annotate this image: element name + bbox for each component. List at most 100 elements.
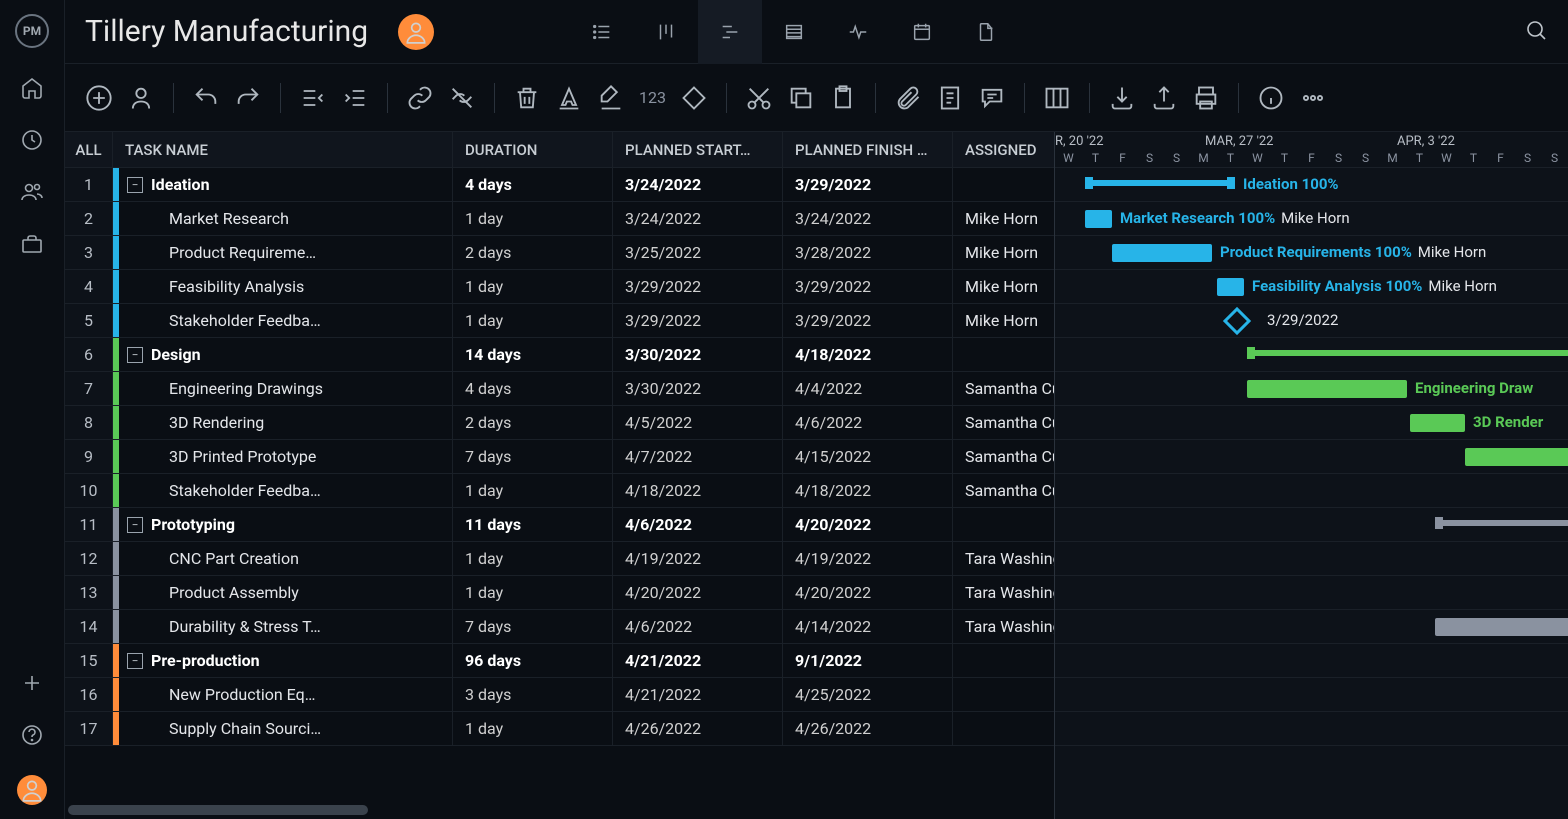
task-name-cell[interactable]: −Ideation [113, 168, 453, 201]
gantt-row[interactable] [1055, 610, 1568, 644]
col-header-name[interactable]: TASK NAME [113, 132, 453, 167]
gantt-row[interactable]: Engineering Draw [1055, 372, 1568, 406]
task-assigned[interactable]: Mike Horn [953, 270, 1054, 303]
gantt-row[interactable] [1055, 474, 1568, 508]
table-row[interactable]: 15−Pre-production96 days4/21/20229/1/202… [65, 644, 1054, 678]
col-header-start[interactable]: PLANNED START… [613, 132, 783, 167]
table-row[interactable]: 7Engineering Drawings4 days3/30/20224/4/… [65, 372, 1054, 406]
collapse-icon[interactable]: − [127, 177, 143, 193]
task-duration[interactable]: 1 day [453, 202, 613, 235]
view-file-icon[interactable] [954, 0, 1018, 64]
task-start[interactable]: 4/6/2022 [613, 610, 783, 643]
col-header-all[interactable]: ALL [65, 132, 113, 167]
collapse-icon[interactable]: − [127, 653, 143, 669]
columns-icon[interactable] [1043, 84, 1071, 112]
gantt-task-bar[interactable] [1217, 278, 1244, 296]
view-activity-icon[interactable] [826, 0, 890, 64]
gantt-row[interactable] [1055, 644, 1568, 678]
table-row[interactable]: 14Durability & Stress T…7 days4/6/20224/… [65, 610, 1054, 644]
gantt-row[interactable] [1055, 440, 1568, 474]
task-name-cell[interactable]: Supply Chain Sourci… [113, 712, 453, 745]
task-finish[interactable]: 3/24/2022 [783, 202, 953, 235]
add-user-icon[interactable] [127, 84, 155, 112]
task-assigned[interactable]: Mike Horn [953, 202, 1054, 235]
view-calendar-icon[interactable] [890, 0, 954, 64]
table-row[interactable]: 6−Design14 days3/30/20224/18/2022 [65, 338, 1054, 372]
gantt-group-bar[interactable] [1435, 520, 1568, 526]
table-row[interactable]: 1−Ideation4 days3/24/20223/29/2022 [65, 168, 1054, 202]
horizontal-scrollbar[interactable] [68, 805, 368, 815]
task-assigned[interactable] [953, 508, 1054, 541]
gantt-group-bar[interactable] [1247, 350, 1568, 356]
task-assigned[interactable]: Samantha Cu [953, 474, 1054, 507]
task-assigned[interactable]: Mike Horn [953, 236, 1054, 269]
gantt-group-bar[interactable] [1085, 180, 1235, 186]
indent-icon[interactable] [341, 84, 369, 112]
task-assigned[interactable]: Tara Washing [953, 610, 1054, 643]
table-row[interactable]: 4Feasibility Analysis1 day3/29/20223/29/… [65, 270, 1054, 304]
gantt-row[interactable]: Product Requirements 100%Mike Horn [1055, 236, 1568, 270]
gantt-task-bar[interactable] [1465, 448, 1568, 466]
task-duration[interactable]: 4 days [453, 168, 613, 201]
cut-icon[interactable] [745, 84, 773, 112]
table-row[interactable]: 11−Prototyping11 days4/6/20224/20/2022 [65, 508, 1054, 542]
table-row[interactable]: 10Stakeholder Feedba…1 day4/18/20224/18/… [65, 474, 1054, 508]
task-finish[interactable]: 3/28/2022 [783, 236, 953, 269]
task-start[interactable]: 4/18/2022 [613, 474, 783, 507]
task-finish[interactable]: 4/14/2022 [783, 610, 953, 643]
task-assigned[interactable]: Tara Washing [953, 576, 1054, 609]
task-finish[interactable]: 4/26/2022 [783, 712, 953, 745]
gantt-task-bar[interactable] [1410, 414, 1465, 432]
task-duration[interactable]: 7 days [453, 610, 613, 643]
task-start[interactable]: 4/21/2022 [613, 678, 783, 711]
task-name-cell[interactable]: Engineering Drawings [113, 372, 453, 405]
attachment-icon[interactable] [894, 84, 922, 112]
task-start[interactable]: 3/29/2022 [613, 304, 783, 337]
task-finish[interactable]: 4/6/2022 [783, 406, 953, 439]
task-duration[interactable]: 1 day [453, 542, 613, 575]
gantt-task-bar[interactable] [1435, 618, 1568, 636]
redo-icon[interactable] [234, 84, 262, 112]
task-assigned[interactable]: Tara Washing [953, 542, 1054, 575]
gantt-row[interactable]: Ideation 100% [1055, 168, 1568, 202]
task-name-cell[interactable]: Product Assembly [113, 576, 453, 609]
task-assigned[interactable] [953, 678, 1054, 711]
task-start[interactable]: 4/7/2022 [613, 440, 783, 473]
collapse-icon[interactable]: − [127, 517, 143, 533]
task-finish[interactable]: 3/29/2022 [783, 168, 953, 201]
print-icon[interactable] [1192, 84, 1220, 112]
task-assigned[interactable]: Samantha Cu [953, 440, 1054, 473]
gantt-row[interactable]: 3D Render [1055, 406, 1568, 440]
export-icon[interactable] [1150, 84, 1178, 112]
col-header-duration[interactable]: DURATION [453, 132, 613, 167]
more-icon[interactable] [1299, 84, 1327, 112]
gantt-row[interactable] [1055, 508, 1568, 542]
gantt-task-bar[interactable] [1085, 210, 1112, 228]
task-assigned[interactable] [953, 168, 1054, 201]
task-name-cell[interactable]: CNC Part Creation [113, 542, 453, 575]
people-icon[interactable] [20, 180, 44, 204]
gantt-row[interactable]: Market Research 100%Mike Horn [1055, 202, 1568, 236]
add-task-icon[interactable] [85, 84, 113, 112]
task-finish[interactable]: 4/20/2022 [783, 576, 953, 609]
text-format-icon[interactable] [555, 84, 583, 112]
task-start[interactable]: 4/21/2022 [613, 644, 783, 677]
table-row[interactable]: 16New Production Eq…3 days4/21/20224/25/… [65, 678, 1054, 712]
gantt-row[interactable] [1055, 338, 1568, 372]
gantt-row[interactable] [1055, 678, 1568, 712]
milestone-icon[interactable] [680, 84, 708, 112]
col-header-finish[interactable]: PLANNED FINISH … [783, 132, 953, 167]
gantt-chart[interactable]: R, 20 '22MAR, 27 '22APR, 3 '22 WTFSSMTWT… [1055, 132, 1568, 819]
task-name-cell[interactable]: 3D Rendering [113, 406, 453, 439]
table-row[interactable]: 2Market Research1 day3/24/20223/24/2022M… [65, 202, 1054, 236]
task-finish[interactable]: 4/4/2022 [783, 372, 953, 405]
gantt-row[interactable] [1055, 712, 1568, 746]
task-name-cell[interactable]: Feasibility Analysis [113, 270, 453, 303]
copy-icon[interactable] [787, 84, 815, 112]
task-duration[interactable]: 1 day [453, 474, 613, 507]
gantt-row[interactable]: Feasibility Analysis 100%Mike Horn [1055, 270, 1568, 304]
task-name-cell[interactable]: −Prototyping [113, 508, 453, 541]
clock-icon[interactable] [20, 128, 44, 152]
gantt-task-bar[interactable] [1247, 380, 1407, 398]
task-start[interactable]: 4/19/2022 [613, 542, 783, 575]
